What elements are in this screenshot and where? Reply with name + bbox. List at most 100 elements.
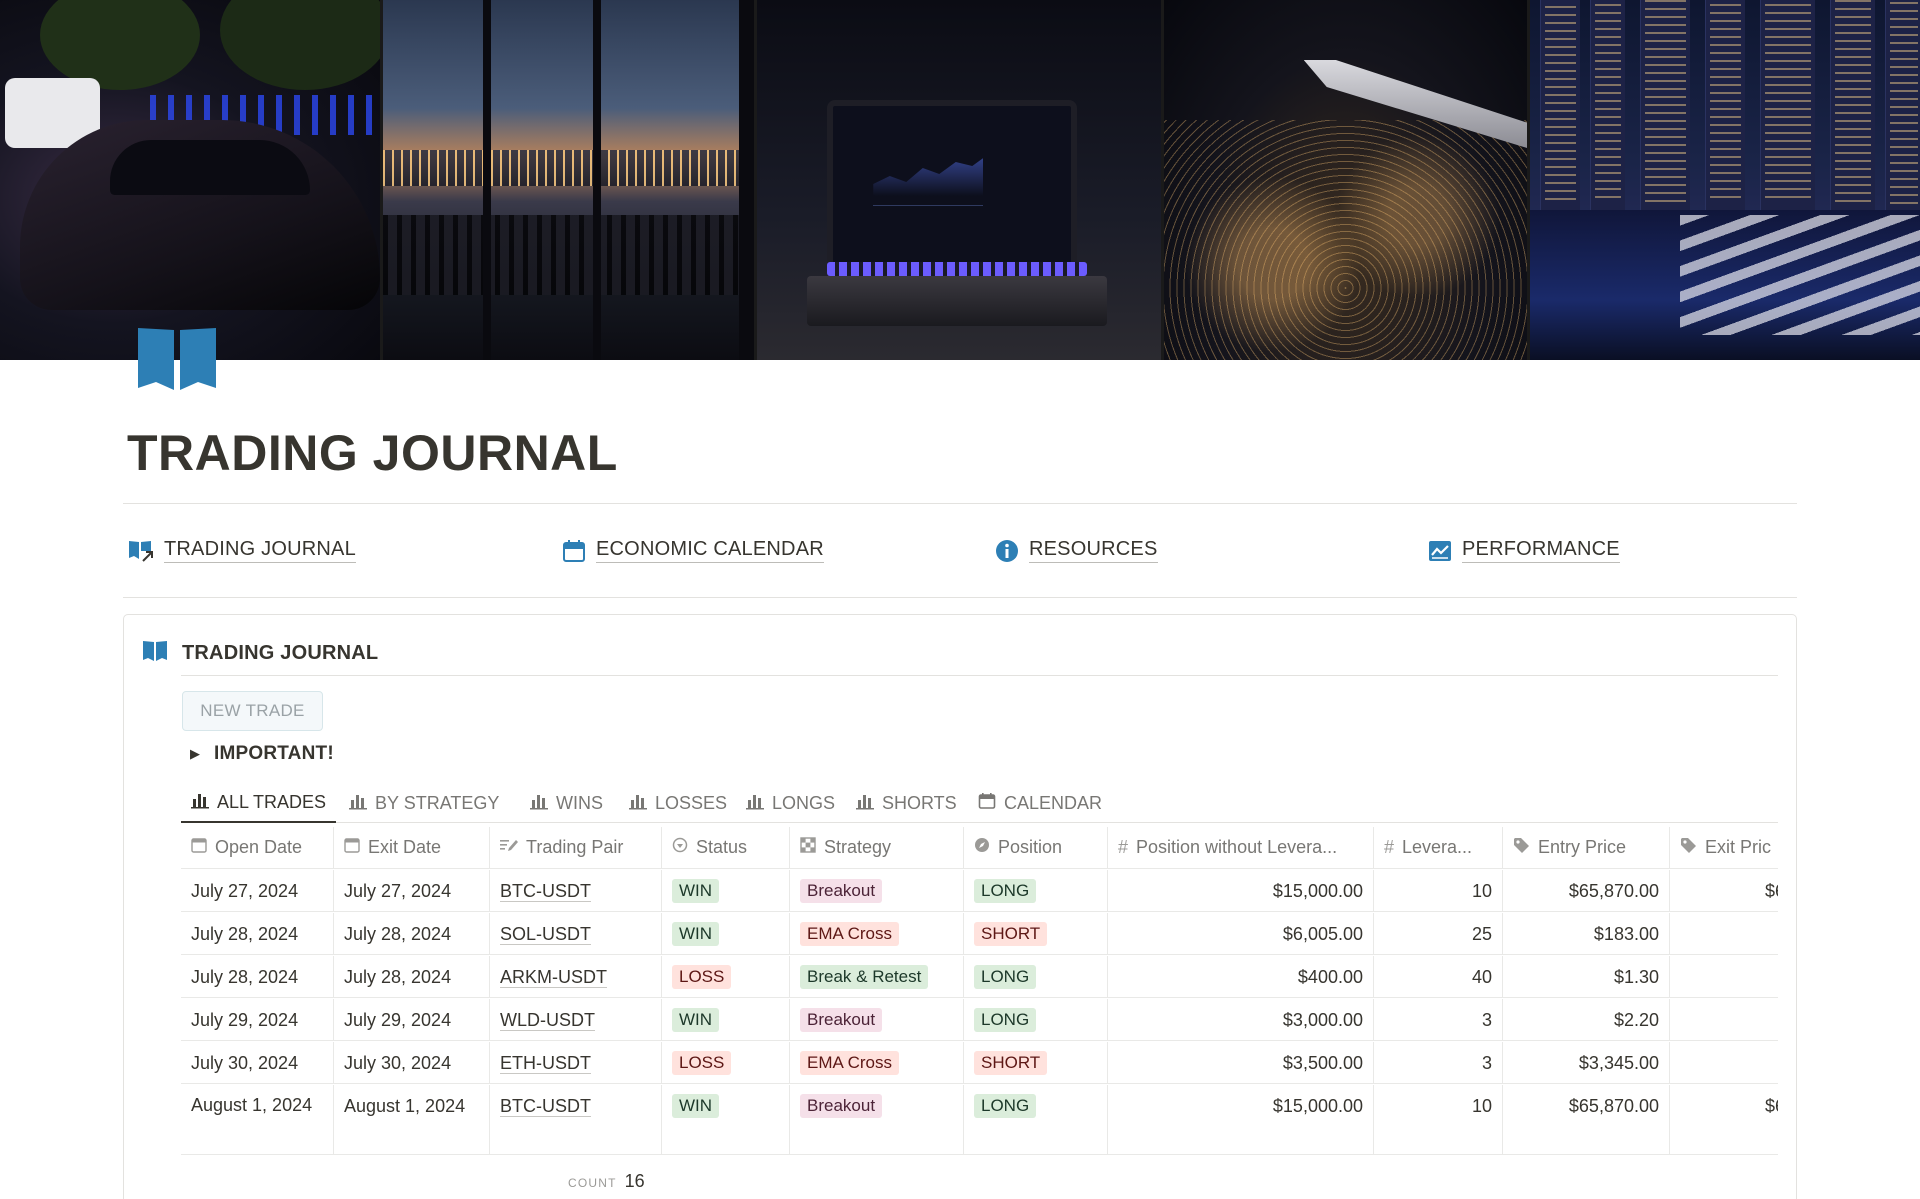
cell-position-size[interactable]: $6,005.00	[1108, 913, 1374, 954]
cell-trading-pair[interactable]: BTC-USDT	[490, 870, 662, 911]
table-row[interactable]: July 29, 2024 July 29, 2024 WLD-USDT WIN…	[181, 999, 1778, 1041]
cell-position-size[interactable]: $3,000.00	[1108, 999, 1374, 1040]
cell-strategy[interactable]: Breakout	[790, 870, 964, 911]
cell-open-date[interactable]: July 30, 2024	[181, 1042, 334, 1083]
cell-trading-pair[interactable]: WLD-USDT	[490, 999, 662, 1040]
tab-shorts[interactable]: SHORTS	[846, 783, 967, 823]
cell-exit-date[interactable]: July 27, 2024	[334, 870, 490, 911]
cell-strategy[interactable]: Break & Retest	[790, 956, 964, 997]
cell-entry-price[interactable]: $65,870.00	[1503, 870, 1670, 911]
cell-exit-price[interactable]: $66,9	[1670, 1085, 1778, 1154]
column-header-strategy[interactable]: Strategy	[790, 827, 964, 868]
column-header-entry-price[interactable]: Entry Price	[1503, 827, 1670, 868]
cell-leverage[interactable]: 25	[1374, 913, 1503, 954]
cell-leverage[interactable]: 10	[1374, 1085, 1503, 1154]
cell-strategy[interactable]: Breakout	[790, 1085, 964, 1154]
column-header-position-without-leverage[interactable]: # Position without Levera...	[1108, 827, 1374, 868]
table-row[interactable]: August 1, 2024 August 1, 2024 BTC-USDT W…	[181, 1085, 1778, 1155]
cell-exit-date[interactable]: July 28, 2024	[334, 956, 490, 997]
cell-position-size[interactable]: $15,000.00	[1108, 870, 1374, 911]
cell-strategy[interactable]: EMA Cross	[790, 913, 964, 954]
link-trading-journal[interactable]: TRADING JOURNAL	[128, 538, 356, 563]
link-performance[interactable]: PERFORMANCE	[1428, 538, 1620, 563]
cell-leverage[interactable]: 10	[1374, 870, 1503, 911]
cell-position[interactable]: LONG	[964, 1085, 1108, 1154]
cell-open-date[interactable]: July 28, 2024	[181, 913, 334, 954]
trading-pair-link[interactable]: BTC-USDT	[500, 1096, 591, 1117]
trading-pair-link[interactable]: BTC-USDT	[500, 881, 591, 902]
trading-pair-link[interactable]: WLD-USDT	[500, 1010, 595, 1031]
cell-status[interactable]: WIN	[662, 999, 790, 1040]
cell-status[interactable]: LOSS	[662, 1042, 790, 1083]
column-header-exit-date[interactable]: Exit Date	[334, 827, 490, 868]
row-count[interactable]: COUNT 16	[568, 1171, 645, 1192]
link-economic-calendar[interactable]: ECONOMIC CALENDAR	[562, 538, 824, 563]
tab-calendar[interactable]: CALENDAR	[968, 783, 1112, 823]
cell-status[interactable]: WIN	[662, 1085, 790, 1154]
cell-leverage[interactable]: 3	[1374, 999, 1503, 1040]
database-title[interactable]: TRADING JOURNAL	[182, 642, 378, 665]
cell-strategy[interactable]: Breakout	[790, 999, 964, 1040]
cell-entry-price[interactable]: $65,870.00	[1503, 1085, 1670, 1154]
triangle-right-icon[interactable]: ▶	[190, 746, 200, 762]
cell-trading-pair[interactable]: SOL-USDT	[490, 913, 662, 954]
cell-position-size[interactable]: $400.00	[1108, 956, 1374, 997]
cell-trading-pair[interactable]: ARKM-USDT	[490, 956, 662, 997]
table-row[interactable]: July 30, 2024 July 30, 2024 ETH-USDT LOS…	[181, 1042, 1778, 1084]
cell-position[interactable]: LONG	[964, 956, 1108, 997]
cell-position[interactable]: LONG	[964, 870, 1108, 911]
cell-entry-price[interactable]: $183.00	[1503, 913, 1670, 954]
column-header-trading-pair[interactable]: Trading Pair	[490, 827, 662, 868]
table-row[interactable]: July 28, 2024 July 28, 2024 ARKM-USDT LO…	[181, 956, 1778, 998]
cell-leverage[interactable]: 3	[1374, 1042, 1503, 1083]
new-trade-button[interactable]: NEW TRADE	[182, 691, 323, 731]
column-header-leverage[interactable]: # Levera...	[1374, 827, 1503, 868]
cell-status[interactable]: WIN	[662, 870, 790, 911]
cell-open-date[interactable]: August 1, 2024	[181, 1085, 334, 1154]
cell-exit-price[interactable]: $1	[1670, 913, 1778, 954]
column-header-status[interactable]: Status	[662, 827, 790, 868]
cell-trading-pair[interactable]: ETH-USDT	[490, 1042, 662, 1083]
trading-pair-link[interactable]: ETH-USDT	[500, 1053, 591, 1074]
cell-entry-price[interactable]: $1.30	[1503, 956, 1670, 997]
tab-longs[interactable]: LONGS	[736, 783, 845, 823]
cell-position[interactable]: SHORT	[964, 1042, 1108, 1083]
tab-losses[interactable]: LOSSES	[619, 783, 737, 823]
cell-open-date[interactable]: July 27, 2024	[181, 870, 334, 911]
cell-exit-price[interactable]: $3,(	[1670, 1042, 1778, 1083]
important-toggle[interactable]: ▶ IMPORTANT!	[190, 743, 334, 765]
cell-position[interactable]: SHORT	[964, 913, 1108, 954]
cell-open-date[interactable]: July 29, 2024	[181, 999, 334, 1040]
cell-exit-price[interactable]	[1670, 956, 1778, 997]
column-header-position[interactable]: Position	[964, 827, 1108, 868]
cell-entry-price[interactable]: $2.20	[1503, 999, 1670, 1040]
cell-position-size[interactable]: $15,000.00	[1108, 1085, 1374, 1154]
link-resources[interactable]: RESOURCES	[995, 538, 1158, 563]
strategy-badge: Break & Retest	[800, 965, 929, 989]
cell-exit-price[interactable]: $66,9	[1670, 870, 1778, 911]
cell-status[interactable]: LOSS	[662, 956, 790, 997]
cell-exit-date[interactable]: July 28, 2024	[334, 913, 490, 954]
cell-open-date[interactable]: July 28, 2024	[181, 956, 334, 997]
tab-all-trades[interactable]: ALL TRADES	[181, 783, 337, 823]
column-header-exit-price[interactable]: Exit Pric	[1670, 827, 1778, 868]
table-row[interactable]: July 27, 2024 July 27, 2024 BTC-USDT WIN…	[181, 870, 1778, 912]
cell-position-size[interactable]: $3,500.00	[1108, 1042, 1374, 1083]
cell-status[interactable]: WIN	[662, 913, 790, 954]
trading-pair-link[interactable]: SOL-USDT	[500, 924, 592, 945]
cell-exit-date[interactable]: August 1, 2024	[334, 1085, 490, 1154]
cell-trading-pair[interactable]: BTC-USDT	[490, 1085, 662, 1154]
book-icon[interactable]	[136, 326, 218, 392]
trading-pair-link[interactable]: ARKM-USDT	[500, 967, 607, 988]
cell-position[interactable]: LONG	[964, 999, 1108, 1040]
cell-exit-date[interactable]: July 30, 2024	[334, 1042, 490, 1083]
tab-wins[interactable]: WINS	[520, 783, 613, 823]
tab-by-strategy[interactable]: BY STRATEGY	[339, 783, 509, 823]
cell-leverage[interactable]: 40	[1374, 956, 1503, 997]
cell-entry-price[interactable]: $3,345.00	[1503, 1042, 1670, 1083]
table-row[interactable]: July 28, 2024 July 28, 2024 SOL-USDT WIN…	[181, 913, 1778, 955]
cell-exit-price[interactable]	[1670, 999, 1778, 1040]
column-header-open-date[interactable]: Open Date	[181, 827, 334, 868]
cell-strategy[interactable]: EMA Cross	[790, 1042, 964, 1083]
cell-exit-date[interactable]: July 29, 2024	[334, 999, 490, 1040]
